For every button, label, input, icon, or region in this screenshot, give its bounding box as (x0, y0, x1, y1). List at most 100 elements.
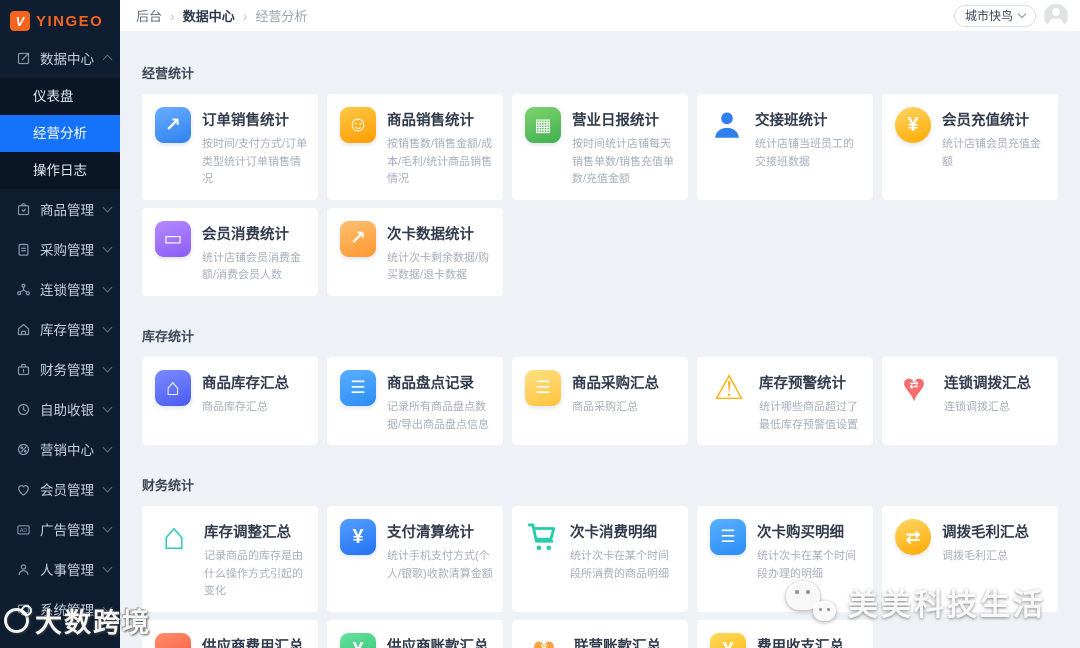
card-purchase-detail-card[interactable]: 次卡购买明细 统计次卡在某个时间段办理的明细 (697, 506, 873, 612)
sidebar-item-stock[interactable]: 库存管理 (0, 309, 120, 349)
sidebar-item-label: 自助收银 (40, 403, 94, 418)
chevron-down-icon (1017, 9, 1027, 19)
card-chart-icon (340, 220, 376, 257)
breadcrumb-item-current: 经营分析 (255, 9, 308, 24)
breadcrumb: 后台 数据中心 经营分析 (136, 6, 307, 25)
finance-icon (16, 362, 31, 377)
chevron-down-icon (102, 202, 113, 213)
count-card-stats-card[interactable]: 次卡数据统计 统计次卡剩余数据/购买数据/退卡数据 (327, 207, 503, 296)
chevron-down-icon (102, 402, 113, 413)
sidebar-item-label: 系统管理 (40, 603, 94, 618)
calendar-chart-icon (525, 107, 561, 143)
data-center-icon (16, 51, 31, 66)
ad-icon: AD (16, 522, 31, 537)
person-icon (715, 112, 739, 138)
chevron-down-icon (102, 522, 113, 533)
store-selector[interactable]: 城市快鸟 (953, 4, 1036, 27)
transfer-profit-card[interactable]: 调拨毛利汇总 调拨毛利汇总 (882, 506, 1058, 612)
sidebar-item-self-checkout[interactable]: 自助收银 (0, 389, 120, 429)
goods-icon (16, 202, 31, 217)
yen-square-icon (340, 519, 376, 556)
sidebar-item-business-analysis[interactable]: 经营分析 (0, 115, 120, 152)
purchase-summary-card[interactable]: 商品采购汇总 商品采购汇总 (512, 356, 688, 446)
sidebar-item-data-center[interactable]: 数据中心 (0, 38, 120, 78)
money-bag-icon (895, 107, 931, 143)
avatar[interactable] (1044, 3, 1068, 28)
card-title: 供应商账款汇总 (387, 638, 489, 648)
member-consume-card[interactable]: 会员消费统计 统计店铺会员消费金额/消费会员人数 (142, 207, 318, 296)
sidebar-submenu: 仪表盘 经营分析 操作日志 (0, 78, 120, 189)
sidebar-item-label: 财务管理 (40, 363, 94, 378)
document-yen-icon (340, 632, 376, 648)
supplier-account-card[interactable]: 供应商账款汇总 供应商账款汇总 (327, 619, 503, 648)
sidebar-item-label: 会员管理 (40, 483, 94, 498)
chain-transfer-card[interactable]: 连锁调拨汇总 连锁调拨汇总 (882, 356, 1058, 446)
chevron-down-icon (102, 242, 113, 253)
chevron-down-icon (102, 442, 113, 453)
svg-text:AD: AD (20, 528, 28, 534)
joint-account-card[interactable]: 联营账款汇总 联营账款汇总 (512, 619, 688, 648)
sidebar-item-finance[interactable]: 财务管理 (0, 349, 120, 389)
expense-summary-card[interactable]: 费用收支汇总 费用收支汇总 (697, 619, 873, 648)
sidebar-item-marketing[interactable]: 营销中心 (0, 429, 120, 469)
sidebar-item-hr[interactable]: 人事管理 (0, 549, 120, 589)
chevron-up-icon (102, 54, 113, 65)
supplier-fee-card[interactable]: 供应商费用汇总 供应商费用汇总 (142, 619, 318, 648)
shift-stats-card[interactable]: 交接班统计 统计店铺当班员工的交接班数据 (697, 94, 873, 200)
chevron-down-icon (102, 362, 113, 373)
warehouse-icon (155, 369, 191, 406)
goods-sales-card[interactable]: 商品销售统计 按销售数/销售金额/成本/毛利/统计商品销售情况 (327, 94, 503, 200)
system-icon (16, 602, 31, 617)
card-title: 费用收支汇总 (757, 638, 844, 648)
chevron-down-icon (102, 482, 113, 493)
sidebar-item-purchase[interactable]: 采购管理 (0, 229, 120, 269)
card-grid: 库存调整汇总 记录商品的库存是由什么操作方式引起的变化 支付清算统计 统计手机支… (142, 506, 1058, 648)
sidebar-item-label: 连锁管理 (40, 283, 94, 298)
store-icon (340, 369, 376, 406)
breadcrumb-item-home[interactable]: 后台 (136, 6, 162, 25)
stocktake-record-card[interactable]: 商品盘点记录 记录所有商品盘点数据/导出商品盘点信息 (327, 356, 503, 446)
wallet-red-icon (155, 632, 191, 648)
card-desc: 统计哪些商品超过了最低库存预警值设置 (759, 400, 858, 431)
sidebar-item-label: 采购管理 (40, 243, 94, 258)
topbar: 后台 数据中心 经营分析 城市快鸟 (120, 0, 1080, 31)
marketing-icon (16, 442, 31, 457)
breadcrumb-item-data-center[interactable]: 数据中心 (183, 6, 235, 25)
sidebar-item-chain[interactable]: 连锁管理 (0, 269, 120, 309)
card-desc: 商品库存汇总 (202, 400, 268, 413)
logo-text: YINGEO (36, 12, 104, 30)
sidebar-item-member[interactable]: 会员管理 (0, 469, 120, 509)
payment-clearing-card[interactable]: 支付清算统计 统计手机支付方式(个人/银歌)收款清算金额 (327, 506, 503, 612)
card-desc: 统计次卡在某个时间段所消费的商品明细 (570, 550, 669, 580)
order-sales-card[interactable]: 订单销售统计 按时间/支付方式/订单类型统计订单销售情况 (142, 94, 318, 200)
chevron-down-icon (102, 562, 113, 573)
chevron-down-icon (102, 602, 113, 613)
logo: V YINGEO (0, 0, 120, 38)
card-title: 商品销售统计 (387, 113, 474, 129)
stock-warning-card[interactable]: 库存预警统计 统计哪些商品超过了最低库存预警值设置 (697, 356, 873, 446)
sidebar-item-system[interactable]: 系统管理 (0, 589, 120, 629)
card-title: 调拨毛利汇总 (942, 525, 1029, 542)
sidebar-item-operation-log[interactable]: 操作日志 (0, 152, 120, 189)
sidebar-item-label: 营销中心 (40, 443, 94, 458)
card-desc: 统计店铺会员消费金额/消费会员人数 (202, 251, 301, 282)
app-window: V YINGEO 数据中心 仪表盘 经营分析 操作日志 商品管理 采购管理 连锁… (0, 0, 1080, 648)
card-title: 商品盘点记录 (387, 375, 474, 392)
card-desc: 连锁调拨汇总 (944, 400, 1010, 413)
card-title: 联营账款汇总 (574, 638, 661, 648)
heart-yen-icon (525, 632, 563, 648)
sidebar-item-label: 数据中心 (40, 52, 94, 67)
daily-report-card[interactable]: 营业日报统计 按时间统计店铺每天销售单数/销售充值单数/充值金额 (512, 94, 688, 200)
card-title: 会员充值统计 (942, 113, 1029, 129)
stock-summary-card[interactable]: 商品库存汇总 商品库存汇总 (142, 356, 318, 446)
member-recharge-card[interactable]: 会员充值统计 统计店铺会员充值金额 (882, 94, 1058, 200)
breadcrumb-separator-icon (170, 9, 175, 23)
sidebar-item-dashboard[interactable]: 仪表盘 (0, 78, 120, 115)
card-consume-detail-card[interactable]: 次卡消费明细 统计次卡在某个时间段所消费的商品明细 (512, 506, 688, 612)
sidebar-item-goods[interactable]: 商品管理 (0, 189, 120, 229)
self-checkout-icon (16, 402, 31, 417)
stock-adjust-card[interactable]: 库存调整汇总 记录商品的库存是由什么操作方式引起的变化 (142, 506, 318, 612)
heart-transfer-icon (895, 369, 933, 407)
card-title: 会员消费统计 (202, 226, 289, 243)
sidebar-item-ad[interactable]: AD 广告管理 (0, 509, 120, 549)
